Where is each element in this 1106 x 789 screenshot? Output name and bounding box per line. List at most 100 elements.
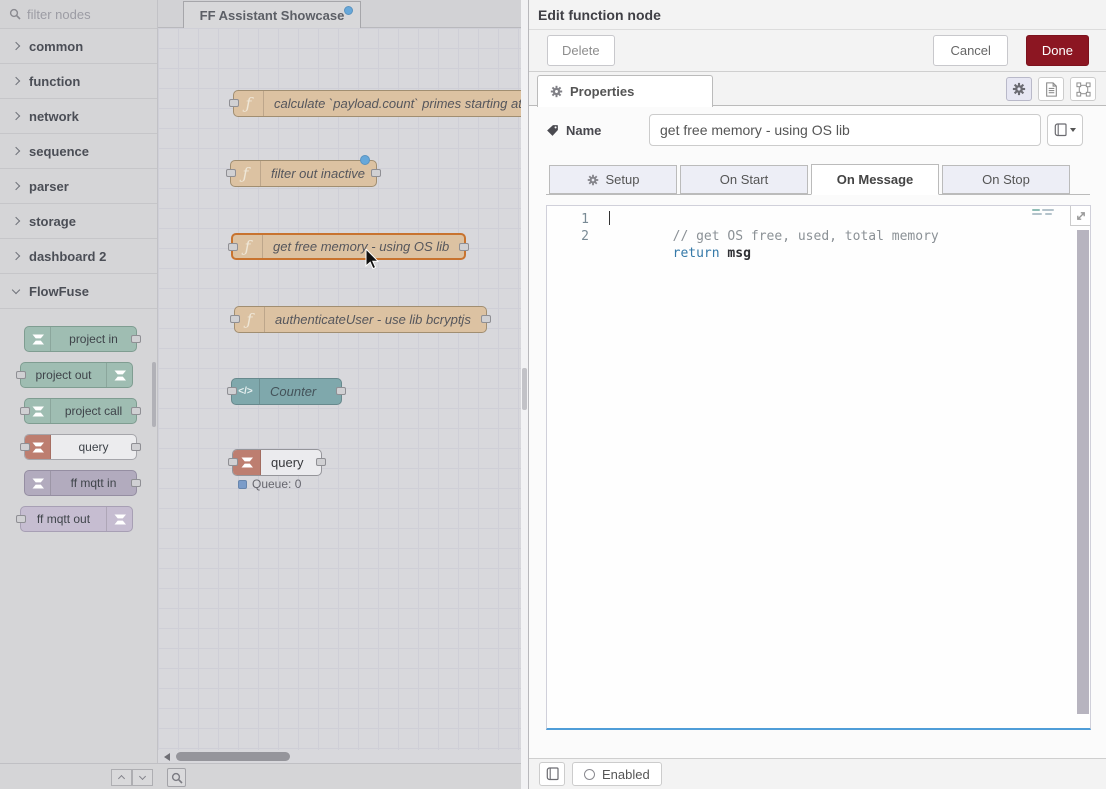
delete-button[interactable]: Delete xyxy=(547,35,615,66)
properties-tab-label: Properties xyxy=(570,84,634,99)
collapse-all-button[interactable] xyxy=(111,769,132,786)
palette-category-parser[interactable]: parser xyxy=(0,169,157,204)
appearance-view-button[interactable] xyxy=(1070,77,1096,101)
palette-node-ff-mqtt-in[interactable]: ff mqtt in xyxy=(24,470,137,496)
expand-all-button[interactable] xyxy=(132,769,153,786)
output-port[interactable] xyxy=(336,387,346,395)
node-authenticate-user[interactable]: ƒ authenticateUser - use lib bcryptjs xyxy=(234,306,487,333)
tab-label: On Start xyxy=(720,172,768,187)
tab-setup[interactable]: Setup xyxy=(549,165,677,194)
editor-tabs-row: Properties xyxy=(529,72,1106,106)
workspace-tab[interactable]: FF Assistant Showcase xyxy=(183,1,361,28)
palette-node-query[interactable]: query xyxy=(24,434,137,460)
tab-properties[interactable]: Properties xyxy=(537,75,713,107)
book-icon xyxy=(546,767,559,781)
category-label: dashboard 2 xyxy=(29,249,106,264)
mouse-cursor-icon xyxy=(365,249,381,271)
gear-icon xyxy=(587,174,599,186)
gear-icon xyxy=(1012,82,1026,96)
input-port[interactable] xyxy=(226,169,236,177)
flow-canvas[interactable]: FF Assistant Showcase ƒ calculate `paylo… xyxy=(158,0,521,789)
properties-view-button[interactable] xyxy=(1006,77,1032,101)
chevron-right-icon xyxy=(12,112,20,120)
output-port xyxy=(131,479,141,487)
tab-on-stop[interactable]: On Stop xyxy=(942,165,1070,194)
palette-category-dashboard2[interactable]: dashboard 2 xyxy=(0,239,157,274)
category-label: parser xyxy=(29,179,69,194)
tab-label: On Message xyxy=(837,172,914,187)
palette-filter-input[interactable] xyxy=(27,7,148,22)
palette-category-function[interactable]: function xyxy=(0,64,157,99)
category-label: FlowFuse xyxy=(29,284,89,299)
scroll-left-arrow-icon[interactable] xyxy=(164,753,170,761)
name-input[interactable] xyxy=(649,114,1041,146)
palette-category-flowfuse[interactable]: FlowFuse xyxy=(0,274,157,309)
enabled-toggle-button[interactable]: Enabled xyxy=(572,762,662,786)
status-text: Queue: 0 xyxy=(252,477,301,491)
description-view-button[interactable] xyxy=(1038,77,1064,101)
tab-on-start[interactable]: On Start xyxy=(680,165,808,194)
input-port[interactable] xyxy=(228,243,238,251)
input-port[interactable] xyxy=(230,315,240,323)
node-calculate-primes[interactable]: ƒ calculate `payload.count` primes start… xyxy=(233,90,521,117)
canvas-vscrollbar[interactable] xyxy=(521,0,528,789)
node-changed-dot xyxy=(360,155,370,165)
node-get-free-memory[interactable]: ƒ get free memory - using OS lib xyxy=(231,233,466,260)
editor-gutter: 1 2 xyxy=(547,206,599,728)
input-port xyxy=(16,371,26,379)
hscroll-thumb[interactable] xyxy=(176,752,290,761)
node-filter-out-inactive[interactable]: ƒ filter out inactive xyxy=(230,160,377,187)
tray-title: Edit function node xyxy=(538,7,661,23)
chevron-right-icon xyxy=(12,42,20,50)
flowfuse-icon xyxy=(106,507,132,531)
node-counter[interactable]: </> Counter xyxy=(231,378,342,405)
palette-scrollbar[interactable] xyxy=(152,362,156,427)
chevron-right-icon xyxy=(12,252,20,260)
input-port[interactable] xyxy=(227,387,237,395)
cancel-button[interactable]: Cancel xyxy=(933,35,1007,66)
tab-label: Setup xyxy=(606,172,640,187)
category-label: network xyxy=(29,109,79,124)
palette-category-network[interactable]: network xyxy=(0,99,157,134)
input-port[interactable] xyxy=(228,458,238,466)
editor-expand-button[interactable] xyxy=(1070,206,1090,226)
input-port xyxy=(20,443,30,451)
palette-node-project-call[interactable]: project call xyxy=(24,398,137,424)
line-number: 1 xyxy=(559,211,589,228)
library-button[interactable] xyxy=(539,762,565,786)
flowfuse-icon xyxy=(25,471,51,495)
canvas-hscrollbar[interactable] xyxy=(158,751,521,763)
palette-node-project-in[interactable]: project in xyxy=(24,326,137,352)
palette-category-storage[interactable]: storage xyxy=(0,204,157,239)
unsaved-changes-dot xyxy=(344,6,353,15)
input-port xyxy=(16,515,26,523)
expand-icon xyxy=(1075,210,1087,222)
palette-node-ff-mqtt-out[interactable]: ff mqtt out xyxy=(20,506,133,532)
editor-minimap[interactable] xyxy=(1032,209,1060,221)
node-label: get free memory - using OS lib xyxy=(263,235,464,258)
output-port xyxy=(131,407,141,415)
palette-node-label: query xyxy=(51,435,136,459)
output-port[interactable] xyxy=(481,315,491,323)
library-dropdown-button[interactable] xyxy=(1047,114,1083,146)
flowfuse-icon xyxy=(106,363,132,387)
palette-category-sequence[interactable]: sequence xyxy=(0,134,157,169)
chevron-down-icon xyxy=(1070,128,1076,132)
node-query[interactable]: query xyxy=(232,449,322,476)
palette-node-label: ff mqtt in xyxy=(51,471,136,495)
tab-on-message[interactable]: On Message xyxy=(811,164,939,195)
output-port[interactable] xyxy=(371,169,381,177)
vscroll-thumb[interactable] xyxy=(522,368,527,410)
output-port[interactable] xyxy=(316,458,326,466)
editor-scrollbar-thumb[interactable] xyxy=(1077,230,1089,714)
input-port[interactable] xyxy=(229,99,239,107)
palette-node-label: project call xyxy=(51,399,136,423)
palette-flowfuse-items: project in project out project call quer… xyxy=(0,309,157,532)
palette-category-common[interactable]: common xyxy=(0,29,157,64)
code-keyword: return xyxy=(673,246,720,261)
canvas-search-button[interactable] xyxy=(167,768,186,787)
output-port[interactable] xyxy=(459,243,469,251)
done-button[interactable]: Done xyxy=(1026,35,1089,66)
palette-node-project-out[interactable]: project out xyxy=(20,362,133,388)
code-editor[interactable]: 1 2 // get OS free, used, total memory r… xyxy=(546,205,1091,730)
